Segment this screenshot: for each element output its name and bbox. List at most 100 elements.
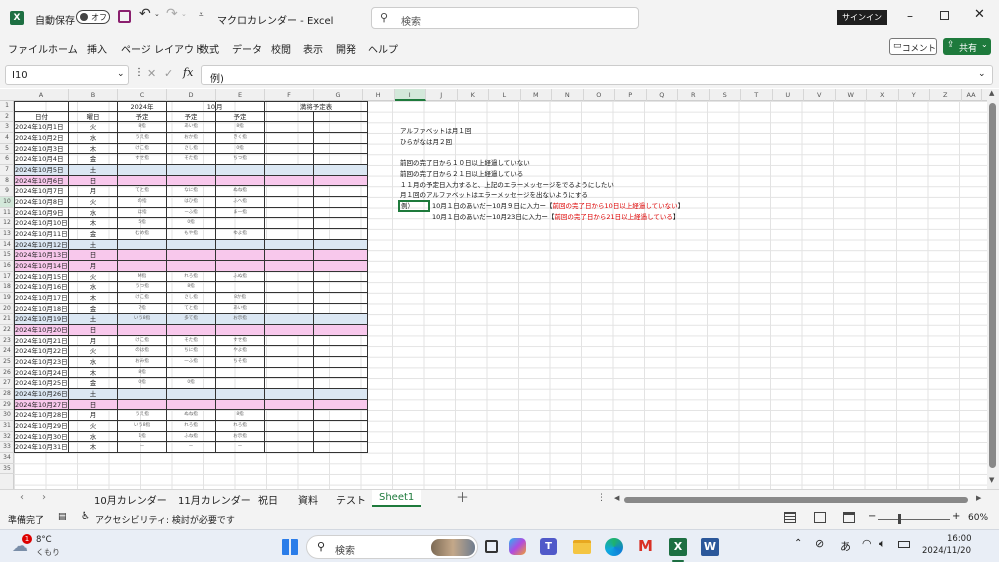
worksheet-grid[interactable]: 2024年 10 月満将予定表 日付 曜日 予定 予定 予定 2024年10月1日火 8指 あい指 8… <box>14 101 987 489</box>
date-cell[interactable]: 2024年10月24日 <box>14 367 69 379</box>
schedule-cell[interactable]: 8か指 <box>216 293 265 304</box>
row-header[interactable]: 30 <box>0 410 14 422</box>
row-header[interactable]: 20 <box>0 304 14 315</box>
empty-cell[interactable] <box>265 378 314 390</box>
hscroll-right-icon[interactable]: ▶ <box>976 495 981 502</box>
schedule-cell[interactable]: すせ指 <box>216 335 265 347</box>
schedule-cell[interactable]: うつ指 <box>118 282 167 294</box>
comment-button[interactable]: ▭ コメント <box>889 38 937 55</box>
volume-icon[interactable]: 🔈︎ <box>879 538 886 549</box>
row-header[interactable]: 3 <box>0 122 14 133</box>
empty-cell[interactable] <box>265 325 314 336</box>
date-cell[interactable]: 2024年10月7日 <box>14 186 69 198</box>
empty-cell[interactable] <box>314 282 368 294</box>
row-header[interactable]: 25 <box>0 357 14 368</box>
schedule-cell[interactable]: てと指 <box>167 303 216 315</box>
tab-october-calendar[interactable]: 10月カレンダー <box>94 492 167 507</box>
row-header[interactable]: 10 <box>0 197 14 208</box>
column-header[interactable]: C <box>118 89 167 101</box>
empty-cell[interactable] <box>265 218 314 230</box>
column-header[interactable]: J <box>426 89 458 101</box>
empty-cell[interactable] <box>314 218 368 230</box>
schedule-cell[interactable]: ぬね指 <box>167 410 216 422</box>
column-header[interactable]: N <box>552 89 584 101</box>
schedule-cell[interactable]: 0指 <box>167 378 216 390</box>
row-header[interactable]: 15 <box>0 250 14 262</box>
menu-home[interactable]: ホーム <box>48 41 78 56</box>
empty-cell[interactable] <box>314 367 368 379</box>
vertical-scrollbar[interactable]: ▲ ▼ <box>987 89 999 489</box>
schedule-cell[interactable]: そた指 <box>167 154 216 165</box>
column-header[interactable]: AA <box>962 89 982 101</box>
column-header[interactable]: U <box>773 89 804 101</box>
row-header[interactable]: 5 <box>0 144 14 155</box>
schedule-cell[interactable]: やよ指 <box>216 346 265 358</box>
weekday-cell[interactable]: 水 <box>69 133 118 144</box>
schedule-cell[interactable]: きく指 <box>216 133 265 144</box>
column-header[interactable]: B <box>69 89 118 101</box>
date-cell[interactable]: 2024年10月29日 <box>14 421 69 432</box>
schedule-cell[interactable] <box>118 175 167 187</box>
zoom-slider[interactable] <box>878 519 950 520</box>
empty-cell[interactable] <box>265 389 314 400</box>
tab-sheet1[interactable]: Sheet1 <box>372 490 422 507</box>
tab-options-icon[interactable]: ⋮ <box>597 494 606 503</box>
add-sheet-icon[interactable]: ＋ <box>456 492 469 505</box>
ime-indicator[interactable]: あ <box>840 538 851 554</box>
battery-icon[interactable] <box>898 541 910 548</box>
tray-chevron-icon[interactable]: ⌃ <box>794 539 802 549</box>
schedule-cell[interactable] <box>216 378 265 390</box>
month-cell[interactable]: 10 <box>167 101 216 112</box>
cancel-entry-icon[interactable]: ✕ <box>147 68 156 79</box>
schedule-cell[interactable] <box>167 367 216 379</box>
signin-button[interactable]: サインイン <box>837 10 887 25</box>
column-header[interactable]: W <box>836 89 867 101</box>
empty-cell[interactable] <box>314 239 368 251</box>
empty-cell[interactable] <box>265 261 314 272</box>
autosave-toggle[interactable]: オフ <box>76 10 110 24</box>
date-cell[interactable]: 2024年10月12日 <box>14 239 69 251</box>
schedule-cell[interactable] <box>118 239 167 251</box>
empty-cell[interactable] <box>314 421 368 432</box>
menu-insert[interactable]: 挿入 <box>87 41 107 56</box>
schedule-cell[interactable] <box>216 175 265 187</box>
schedule-cell[interactable]: ちつ指 <box>216 154 265 165</box>
row-header[interactable]: 19 <box>0 293 14 304</box>
empty-cell[interactable] <box>314 399 368 411</box>
date-cell[interactable]: 2024年10月6日 <box>14 175 69 187</box>
weekday-cell[interactable]: 水 <box>69 207 118 219</box>
schedule-cell[interactable] <box>118 389 167 400</box>
schedule-cell[interactable]: お示指 <box>216 431 265 443</box>
taskbar-search[interactable]: ⚲ 検索 <box>306 535 478 559</box>
schedule-cell[interactable]: もや指 <box>167 229 216 240</box>
row-header[interactable]: 17 <box>0 272 14 283</box>
empty-cell[interactable] <box>314 303 368 315</box>
empty-cell[interactable] <box>265 410 314 422</box>
empty-cell[interactable] <box>314 133 368 144</box>
file-explorer-icon[interactable] <box>573 540 591 554</box>
empty-cell[interactable] <box>314 207 368 219</box>
accessibility-status[interactable]: アクセシビリティ: 検討が必要です <box>95 513 235 526</box>
undo-icon[interactable]: ↶ <box>139 7 151 21</box>
empty-cell[interactable] <box>314 293 368 304</box>
weekday-cell[interactable]: 月 <box>69 186 118 198</box>
redo-icon[interactable]: ↷ <box>166 7 178 21</box>
column-header[interactable]: H <box>363 89 395 101</box>
empty-cell[interactable] <box>314 186 368 198</box>
weekday-cell[interactable]: 日 <box>69 325 118 336</box>
network-off-icon[interactable]: ⊘ <box>815 538 824 549</box>
insert-function-icon[interactable]: fx <box>183 67 193 78</box>
date-cell[interactable]: 2024年10月13日 <box>14 250 69 262</box>
schedule-cell[interactable]: さし指 <box>167 293 216 304</box>
weekday-cell[interactable]: 火 <box>69 197 118 208</box>
date-cell[interactable]: 2024年10月5日 <box>14 165 69 176</box>
schedule-cell[interactable]: 一ふ指 <box>167 357 216 368</box>
edge-icon[interactable] <box>605 538 623 556</box>
tab-holidays[interactable]: 祝日 <box>258 492 278 507</box>
date-cell[interactable]: 2024年10月4日 <box>14 154 69 165</box>
schedule-cell[interactable]: のは指 <box>118 346 167 358</box>
row-header[interactable]: 22 <box>0 325 14 336</box>
row-header[interactable]: 8 <box>0 176 14 187</box>
date-cell[interactable]: 2024年10月8日 <box>14 197 69 208</box>
schedule-cell[interactable]: けこ指 <box>118 335 167 347</box>
